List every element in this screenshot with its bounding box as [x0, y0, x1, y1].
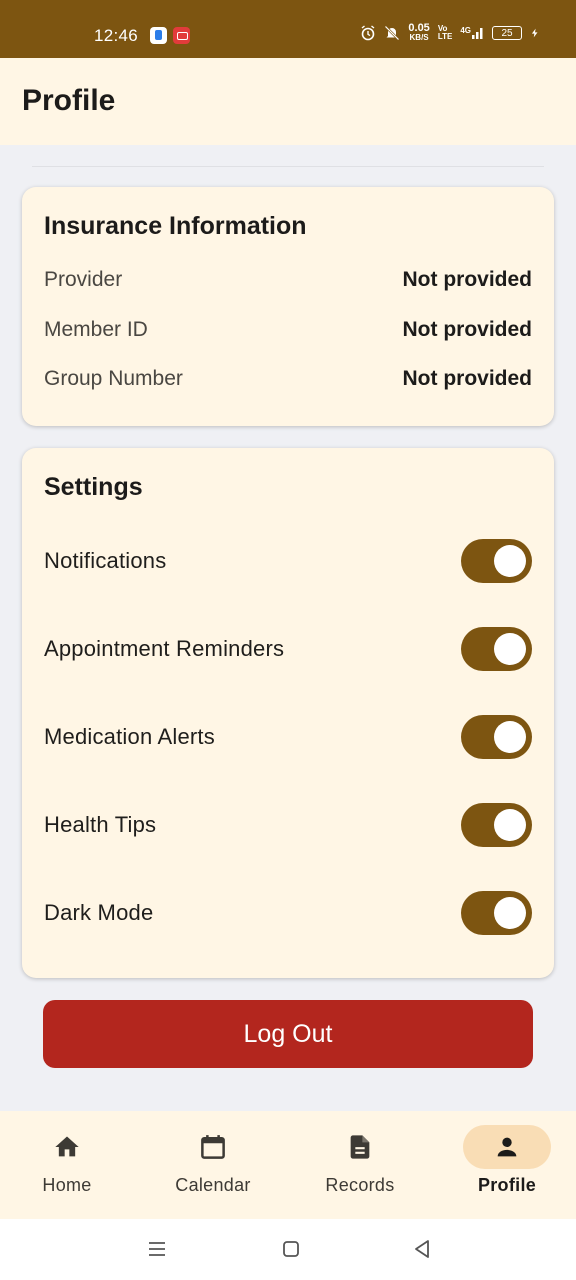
home-icon [55, 1136, 79, 1157]
alarm-icon [361, 25, 375, 41]
nav-item-home[interactable]: Home [12, 1125, 122, 1209]
menu-icon[interactable] [145, 1237, 169, 1261]
setting-label: Appointment Reminders [44, 636, 285, 661]
insurance-row-member-id: Member ID Not provided [44, 315, 532, 345]
battery-icon: 25 [492, 26, 522, 40]
signal-indicator: 4G [460, 27, 484, 39]
setting-medication-alerts: Medication Alerts [44, 714, 532, 760]
charging-icon [531, 28, 538, 38]
setting-label: Dark Mode [44, 900, 154, 925]
info-label: Provider [44, 268, 123, 291]
notifications-toggle[interactable] [461, 539, 532, 583]
setting-dark-mode: Dark Mode [44, 890, 532, 936]
volte-indicator: Vo LTE [437, 24, 453, 41]
status-bar: 12:46 0.05 KB/S Vo LTE 4G 25 [0, 0, 576, 58]
divider [32, 166, 544, 167]
insurance-title: Insurance Information [44, 212, 307, 240]
back-icon[interactable] [410, 1237, 434, 1261]
info-value: Not provided [402, 367, 533, 390]
screen-record-icon [173, 27, 190, 44]
insurance-card: Insurance Information Provider Not provi… [22, 187, 554, 426]
document-icon [350, 1135, 370, 1159]
mute-icon [385, 25, 400, 41]
toggle-knob [494, 809, 526, 841]
nav-item-records[interactable]: Records [305, 1125, 415, 1209]
bottom-nav: Home Calendar Records Profile [0, 1111, 576, 1219]
info-label: Member ID [44, 318, 148, 341]
insurance-row-group-number: Group Number Not provided [44, 364, 532, 394]
toggle-knob [494, 633, 526, 665]
setting-label: Health Tips [44, 812, 157, 837]
status-time: 12:46 [94, 26, 139, 45]
calendar-icon [201, 1135, 225, 1159]
info-label: Group Number [44, 367, 183, 390]
health-tips-toggle[interactable] [461, 803, 532, 847]
setting-health-tips: Health Tips [44, 802, 532, 848]
info-value: Not provided [402, 318, 533, 341]
setting-notifications: Notifications [44, 538, 532, 584]
setting-label: Medication Alerts [44, 724, 215, 749]
nav-label: Calendar [175, 1175, 251, 1195]
settings-title: Settings [44, 473, 143, 501]
net-speed: 0.05 KB/S [408, 22, 430, 43]
page-title: Profile [22, 84, 116, 117]
dark-mode-toggle[interactable] [461, 891, 532, 935]
toggle-knob [494, 721, 526, 753]
nav-label: Records [325, 1175, 395, 1195]
insurance-row-provider: Provider Not provided [44, 265, 532, 295]
nav-label: Profile [477, 1175, 537, 1195]
toggle-knob [494, 897, 526, 929]
app-header: Profile [0, 58, 576, 145]
system-nav-bar [0, 1219, 576, 1280]
setting-appointment-reminders: Appointment Reminders [44, 626, 532, 672]
nav-label: Home [42, 1175, 92, 1195]
info-value: Not provided [402, 268, 533, 291]
medication-alerts-toggle[interactable] [461, 715, 532, 759]
system-icons: 0.05 KB/S Vo LTE 4G 25 [360, 22, 540, 43]
person-icon [497, 1137, 517, 1157]
toggle-knob [494, 545, 526, 577]
app-notification-icon [150, 27, 167, 44]
logout-button[interactable]: Log Out [43, 1000, 533, 1068]
appointment-reminders-toggle[interactable] [461, 627, 532, 671]
settings-card: Settings Notifications Appointment Remin… [22, 448, 554, 978]
nav-item-calendar[interactable]: Calendar [158, 1125, 268, 1209]
setting-label: Notifications [44, 548, 167, 573]
signal-icon [472, 28, 483, 39]
nav-item-profile[interactable]: Profile [452, 1125, 562, 1209]
home-square-icon[interactable] [279, 1237, 303, 1261]
